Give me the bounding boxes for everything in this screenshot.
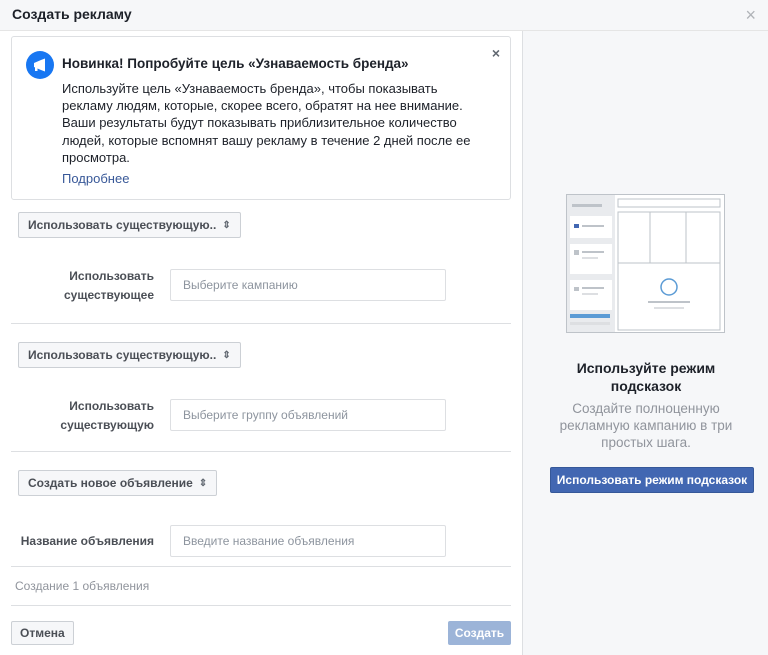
campaign-mode-select[interactable]: Использовать существующую.. ⇕ — [18, 212, 241, 238]
ad-name-input[interactable]: Введите название объявления — [170, 525, 446, 557]
guided-creation-illustration — [566, 194, 725, 333]
ad-count-note: Создание 1 объявления — [15, 579, 150, 593]
ad-mode-label: Создать новое объявление — [28, 476, 193, 490]
footer-divider — [11, 605, 511, 606]
notice-body: Используйте цель «Узнаваемость бренда», … — [62, 81, 471, 165]
guided-title: Используйте режим подсказок — [576, 360, 716, 394]
sort-caret-icon: ⇕ — [222, 349, 231, 361]
sort-caret-icon: ⇕ — [222, 219, 231, 231]
dialog-header: Создать рекламу × — [0, 0, 768, 31]
cancel-button[interactable]: Отмена — [11, 621, 74, 645]
create-button[interactable]: Создать — [448, 621, 511, 645]
guided-panel: Используйте режим подсказок Создайте пол… — [522, 31, 768, 655]
notice-close-icon[interactable]: × — [492, 45, 500, 61]
campaign-placeholder: Выберите кампанию — [183, 278, 298, 292]
section-divider — [11, 566, 511, 567]
form-panel: Новинка! Попробуйте цель «Узнаваемость б… — [0, 31, 522, 655]
use-guided-mode-button[interactable]: Использовать режим подсказок — [550, 467, 754, 493]
ad-mode-select[interactable]: Создать новое объявление ⇕ — [18, 470, 218, 496]
adset-input[interactable]: Выберите группу объявлений — [170, 399, 446, 431]
adset-field-label: Использовать существующую — [60, 399, 154, 432]
adset-placeholder: Выберите группу объявлений — [183, 408, 348, 422]
campaign-mode-label: Использовать существующую.. — [28, 218, 217, 232]
close-icon[interactable]: × — [745, 6, 756, 24]
campaign-input[interactable]: Выберите кампанию — [170, 269, 446, 301]
campaign-field-label: Использовать существующее — [63, 269, 154, 302]
adset-mode-label: Использовать существующую.. — [28, 348, 217, 362]
section-divider — [11, 323, 511, 324]
ad-name-placeholder: Введите название объявления — [183, 534, 355, 548]
section-divider — [11, 451, 511, 452]
brand-awareness-notice: Новинка! Попробуйте цель «Узнаваемость б… — [11, 36, 511, 200]
guided-description: Создайте полноценную рекламную кампанию … — [559, 401, 733, 450]
megaphone-icon — [26, 51, 54, 79]
notice-title: Новинка! Попробуйте цель «Узнаваемость б… — [62, 56, 409, 71]
ad-field-label: Название объявления — [20, 534, 154, 548]
adset-mode-select[interactable]: Использовать существующую.. ⇕ — [18, 342, 241, 368]
learn-more-link[interactable]: Подробнее — [62, 171, 129, 186]
sort-caret-icon: ⇕ — [198, 477, 208, 489]
dialog-title: Создать рекламу — [12, 6, 132, 22]
